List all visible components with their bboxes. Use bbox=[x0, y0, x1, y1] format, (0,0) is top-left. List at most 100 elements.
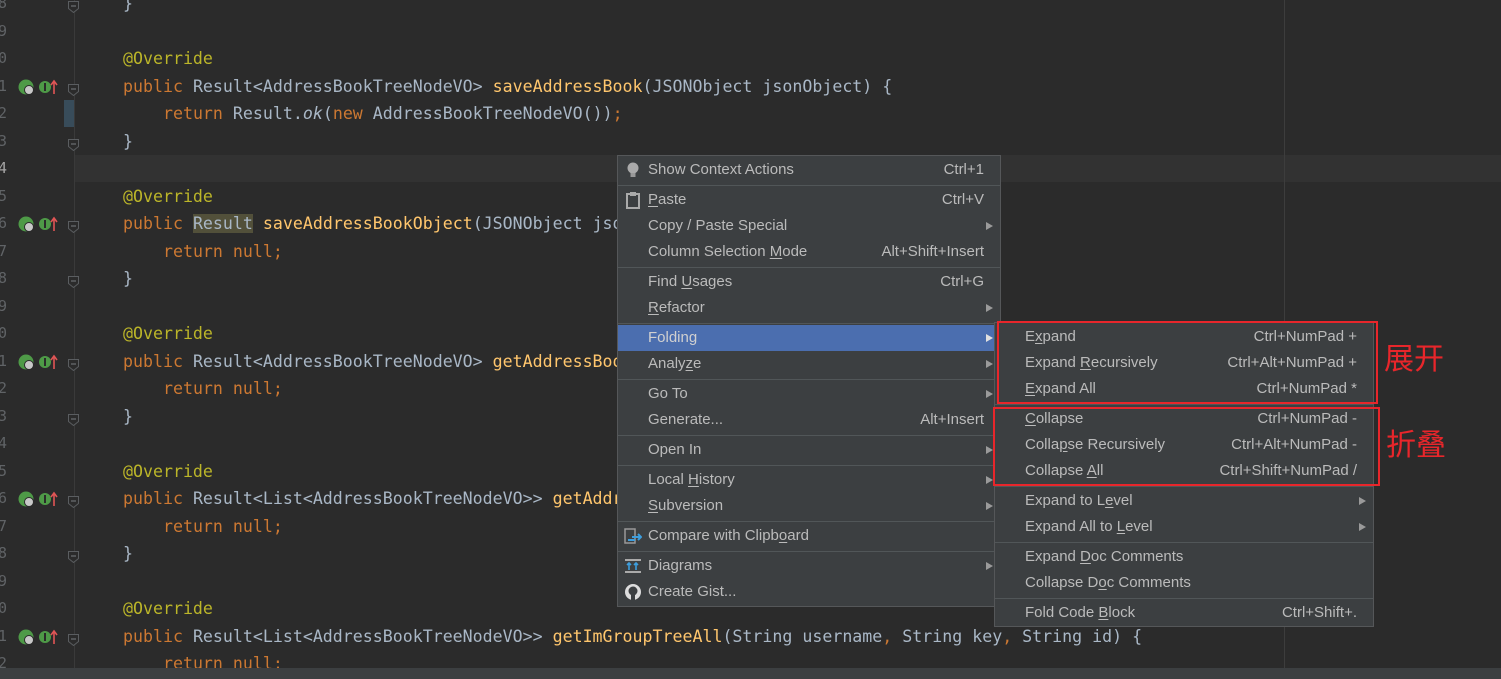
fold-marker-icon[interactable] bbox=[68, 493, 79, 509]
code-token: @Override bbox=[123, 324, 213, 343]
menu-item-open-in[interactable]: Open In bbox=[618, 437, 1000, 463]
code-token: return null; bbox=[162, 516, 283, 536]
fold-marker-icon[interactable] bbox=[68, 631, 79, 646]
line-number: 7 bbox=[0, 241, 8, 260]
code-token: ok bbox=[302, 104, 323, 123]
menu-item-shortcut: Ctrl+Shift+. bbox=[1281, 604, 1357, 621]
menu-item-label: Subversion bbox=[648, 497, 724, 514]
menu-item-label: Paste bbox=[648, 191, 687, 208]
line-number: 5 bbox=[0, 186, 8, 205]
menu-item-label: Diagrams bbox=[648, 557, 713, 574]
fold-marker-icon[interactable] bbox=[68, 411, 79, 426]
implements-web-endpoint-icon[interactable] bbox=[18, 79, 62, 95]
line-number: 9 bbox=[0, 21, 8, 40]
submenu-arrow-icon bbox=[986, 222, 993, 230]
code-text: @Override bbox=[123, 458, 213, 486]
code-text: @Override bbox=[123, 595, 213, 623]
code-line[interactable]: 0 @Override bbox=[0, 45, 1501, 73]
menu-item-create-gist[interactable]: Create Gist... bbox=[618, 579, 1000, 605]
implements-web-endpoint-icon[interactable] bbox=[18, 354, 62, 370]
fold-marker-icon[interactable] bbox=[68, 81, 79, 96]
menu-item-label: Compare with Clipboard bbox=[648, 527, 809, 544]
line-number: 2 bbox=[0, 104, 8, 122]
line-number: 8 bbox=[0, 269, 8, 287]
implements-web-endpoint-icon[interactable] bbox=[18, 491, 62, 507]
diagrams-icon bbox=[624, 557, 642, 575]
menu-item-diagrams[interactable]: Diagrams bbox=[618, 553, 1000, 579]
code-text: } bbox=[123, 265, 133, 293]
code-token: Result<AddressBookTreeNodeVO> bbox=[192, 351, 493, 371]
menu-item-label: Go To bbox=[648, 385, 688, 402]
menu-item-column-selection-mode[interactable]: Column Selection Mode Alt+Shift+Insert bbox=[618, 239, 1000, 265]
code-line[interactable]: 8} bbox=[0, 0, 1501, 18]
menu-item-go-to[interactable]: Go To bbox=[618, 381, 1000, 407]
context-menu: Show Context Actions Ctrl+1 Paste Ctrl+V Cop… bbox=[617, 155, 1001, 607]
submenu-arrow-icon bbox=[986, 502, 993, 510]
fold-marker-icon[interactable] bbox=[68, 0, 79, 14]
menu-item-refactor[interactable]: Refactor bbox=[618, 295, 1000, 321]
menu-item-label: Collapse Doc Comments bbox=[1025, 574, 1191, 591]
menu-item-expand-doc-comments[interactable]: Expand Doc Comments bbox=[995, 544, 1373, 570]
code-token: String id) { bbox=[1022, 626, 1143, 646]
menu-item-generate[interactable]: Generate... Alt+Insert bbox=[618, 407, 1000, 433]
code-text: public Result saveAddressBookObject(JSON… bbox=[123, 210, 623, 238]
menu-item-shortcut: Ctrl+G bbox=[940, 273, 984, 290]
menu-item-collapse-doc-comments[interactable]: Collapse Doc Comments bbox=[995, 570, 1373, 596]
code-token: } bbox=[123, 269, 133, 288]
line-number: 0 bbox=[0, 599, 8, 617]
code-token: } bbox=[123, 131, 133, 151]
collapse-annotation: 折叠 bbox=[1386, 428, 1446, 463]
code-token: , bbox=[1002, 626, 1023, 646]
menu-item-copy-paste-special[interactable]: Copy / Paste Special bbox=[618, 213, 1000, 239]
implements-web-endpoint-icon[interactable] bbox=[18, 216, 62, 232]
menu-item-analyze[interactable]: Analyze bbox=[618, 351, 1000, 377]
code-token: } bbox=[123, 544, 133, 563]
code-line[interactable]: 2 return Result.ok(new AddressBookTreeNo… bbox=[0, 100, 1501, 128]
line-number: 4 bbox=[0, 159, 8, 177]
submenu-arrow-icon bbox=[1359, 523, 1366, 531]
horizontal-scrollbar[interactable] bbox=[0, 668, 1501, 679]
line-number: 0 bbox=[0, 49, 8, 67]
fold-marker-icon[interactable] bbox=[68, 218, 79, 234]
code-token: } bbox=[123, 406, 133, 426]
menu-item-paste[interactable]: Paste Ctrl+V bbox=[618, 187, 1000, 213]
line-number: 0 bbox=[0, 324, 8, 342]
fold-marker-icon[interactable] bbox=[68, 548, 79, 564]
code-line[interactable]: 9 bbox=[0, 18, 1501, 46]
implements-web-endpoint-icon[interactable] bbox=[18, 629, 62, 645]
menu-item-label: Analyze bbox=[648, 355, 702, 372]
menu-item-show-context-actions[interactable]: Show Context Actions Ctrl+1 bbox=[618, 157, 1000, 183]
menu-item-fold-code-block[interactable]: Fold Code Block Ctrl+Shift+. bbox=[995, 600, 1373, 626]
code-token: @Override bbox=[123, 461, 213, 481]
code-token: getImGroupTreeAll bbox=[552, 626, 723, 646]
menu-item-subversion[interactable]: Subversion bbox=[618, 493, 1000, 519]
menu-item-compare-with-clipboard[interactable]: Compare with Clipboard bbox=[618, 523, 1000, 549]
code-text: return null; bbox=[123, 375, 283, 403]
code-token: getAddr bbox=[552, 489, 623, 508]
menu-item-label: Fold Code Block bbox=[1025, 604, 1136, 621]
code-token: (String username bbox=[722, 626, 883, 646]
menu-item-find-usages[interactable]: Find Usages Ctrl+G bbox=[618, 269, 1000, 295]
code-token: ; bbox=[612, 104, 623, 123]
code-line[interactable]: 3} bbox=[0, 128, 1501, 156]
menu-item-expand-all-to-level[interactable]: Expand All to Level bbox=[995, 514, 1373, 540]
code-text: return null; bbox=[123, 238, 283, 266]
code-text: @Override bbox=[123, 183, 213, 211]
menu-item-local-history[interactable]: Local History bbox=[618, 467, 1000, 493]
code-text: return null; bbox=[123, 513, 283, 541]
code-line[interactable]: 1 public Result<AddressBookTreeNodeVO> sa… bbox=[0, 73, 1501, 101]
code-token: public bbox=[123, 351, 193, 371]
menu-item-folding[interactable]: Folding bbox=[618, 325, 1000, 351]
submenu-arrow-icon bbox=[1359, 497, 1366, 505]
fold-marker-icon[interactable] bbox=[68, 356, 79, 371]
menu-item-expand-to-level[interactable]: Expand to Level bbox=[995, 488, 1373, 514]
code-token: @Override bbox=[123, 186, 213, 206]
fold-marker-icon[interactable] bbox=[68, 273, 79, 289]
line-number: 5 bbox=[0, 461, 8, 480]
expand-annotation: 展开 bbox=[1384, 342, 1444, 377]
menu-separator bbox=[618, 266, 1000, 268]
fold-marker-icon[interactable] bbox=[68, 136, 79, 151]
line-number: 1 bbox=[0, 626, 8, 645]
code-text: } bbox=[123, 0, 133, 18]
code-text: } bbox=[123, 128, 133, 156]
